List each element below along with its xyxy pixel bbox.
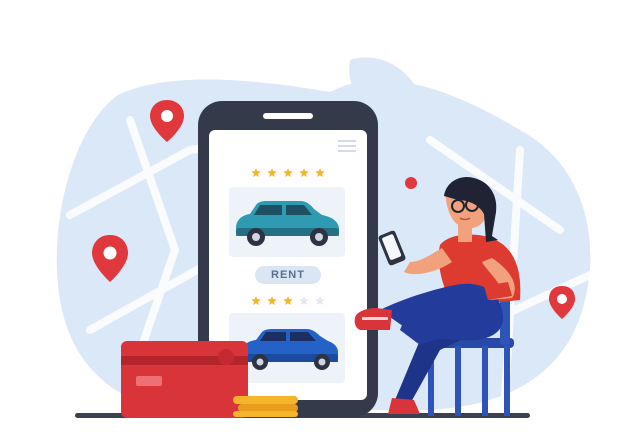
- rent-button[interactable]: RENT: [255, 266, 321, 284]
- car-rental-illustration: [56, 57, 594, 418]
- map-dot: [405, 177, 417, 189]
- coins-icon: [233, 396, 298, 417]
- credit-card-icon: [121, 341, 248, 418]
